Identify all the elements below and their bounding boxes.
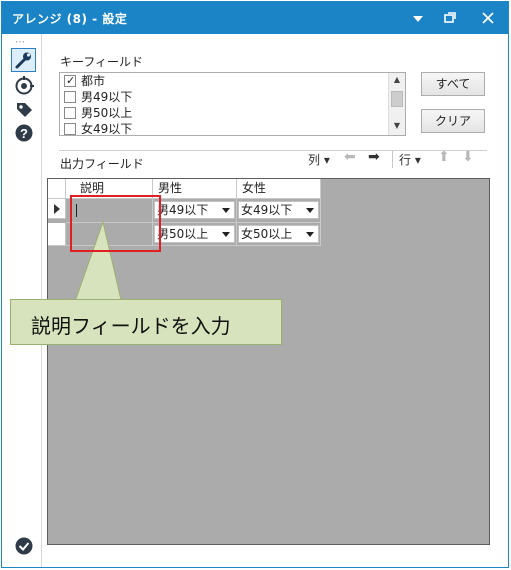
callout-box: 説明フィールドを入力	[10, 299, 282, 345]
chevron-down-icon	[306, 208, 314, 213]
title-bar: アレンジ (8) - 設定	[2, 2, 508, 34]
column-header-male[interactable]: 男性	[153, 179, 237, 199]
male-dropdown-value: 男50以上	[157, 227, 209, 241]
key-fields-list[interactable]: 都市 男49以下 男50以上 女49以下 ▲ ▼	[59, 72, 406, 136]
key-field-label: 男49以下	[81, 90, 133, 104]
row-menu-label: 行	[399, 153, 412, 167]
row-menu[interactable]: 行 ▾	[399, 151, 421, 168]
male-dropdown[interactable]: 男49以下	[154, 201, 235, 219]
female-dropdown-value: 女49以下	[241, 203, 293, 217]
female-dropdown[interactable]: 女50以上	[238, 225, 319, 243]
chevron-down-icon	[222, 232, 230, 237]
column-menu-label: 列	[308, 153, 321, 167]
vertical-scrollbar[interactable]: ▲ ▼	[388, 73, 405, 135]
column-header-female[interactable]: 女性	[237, 179, 321, 199]
check-circle-icon[interactable]	[15, 537, 33, 555]
checkbox[interactable]	[64, 123, 76, 135]
dropdown-icon[interactable]	[408, 8, 428, 28]
wrench-icon[interactable]	[11, 48, 36, 72]
move-left-icon[interactable]: ⬅	[344, 149, 356, 165]
checkbox[interactable]	[64, 91, 76, 103]
checkbox[interactable]	[64, 73, 76, 89]
row-header[interactable]	[48, 223, 66, 246]
move-up-icon[interactable]: ⬆	[438, 149, 450, 165]
svg-text:?: ?	[20, 126, 28, 141]
restore-icon[interactable]	[440, 8, 460, 28]
clear-button[interactable]: クリア	[421, 109, 485, 133]
callout-text: 説明フィールドを入力	[31, 314, 231, 338]
select-all-button[interactable]: すべて	[421, 72, 485, 96]
toolbar-separator	[392, 151, 393, 168]
output-toolbar: 列 ▾ ⬅ ➡ 行 ▾ ⬆ ⬇	[306, 148, 494, 172]
female-cell: 女50以上	[237, 223, 321, 246]
scroll-thumb[interactable]	[391, 91, 403, 107]
male-cell: 男50以上	[153, 223, 237, 246]
female-cell: 女49以下	[237, 199, 321, 223]
key-field-label: 女49以下	[81, 122, 133, 136]
output-fields-label: 出力フィールド	[60, 157, 144, 171]
key-field-label: 男50以上	[81, 106, 133, 120]
move-down-icon[interactable]: ⬇	[462, 149, 474, 165]
help-icon[interactable]: ?	[14, 123, 34, 143]
checkbox[interactable]	[64, 107, 76, 119]
settings-window: アレンジ (8) - 設定 ⋯ ? キーフィールド ✓ 都市 男49以下 男50…	[1, 1, 509, 568]
key-field-label: 都市	[81, 74, 106, 88]
row-header[interactable]	[48, 199, 66, 219]
male-cell: 男49以下	[153, 199, 237, 223]
highlight-box	[70, 195, 161, 252]
grip-dots[interactable]: ⋯	[15, 37, 26, 48]
female-dropdown-value: 女50以上	[241, 227, 293, 241]
close-icon[interactable]	[478, 8, 498, 28]
scroll-up-icon[interactable]: ▲	[389, 73, 405, 87]
chevron-down-icon	[222, 208, 230, 213]
tag-icon[interactable]	[14, 100, 34, 120]
male-dropdown-value: 男49以下	[157, 203, 209, 217]
key-fields-label: キーフィールド	[60, 55, 144, 69]
current-row-icon	[54, 204, 60, 214]
window-title: アレンジ (8) - 設定	[12, 12, 128, 26]
move-right-icon[interactable]: ➡	[368, 149, 380, 165]
grid-corner	[48, 179, 66, 199]
female-dropdown[interactable]: 女49以下	[238, 201, 319, 219]
male-dropdown[interactable]: 男50以上	[154, 225, 235, 243]
chevron-down-icon	[306, 232, 314, 237]
column-menu[interactable]: 列 ▾	[308, 151, 330, 168]
scroll-down-icon[interactable]: ▼	[389, 119, 405, 133]
target-icon[interactable]	[14, 76, 34, 96]
